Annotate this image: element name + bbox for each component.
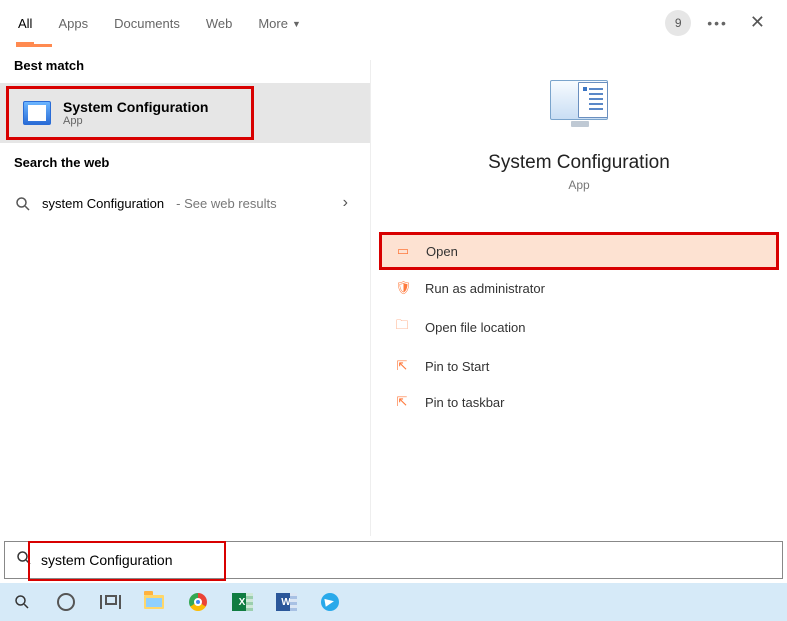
chevron-right-icon: › xyxy=(343,194,348,212)
tab-web[interactable]: Web xyxy=(204,4,235,41)
tab-documents[interactable]: Documents xyxy=(112,4,182,41)
preview-header: System Configuration App xyxy=(379,80,779,192)
best-match-row: System Configuration App xyxy=(0,83,370,143)
action-pin-taskbar-label: Pin to taskbar xyxy=(425,395,505,410)
action-open-location-label: Open file location xyxy=(425,320,525,335)
pin-icon: ⇱ xyxy=(395,394,409,410)
action-pin-start-label: Pin to Start xyxy=(425,359,489,374)
results-column: Best match System Configuration App Sear… xyxy=(0,46,370,536)
msconfig-icon xyxy=(23,101,51,125)
action-open-location[interactable]: 🗀 Open file location xyxy=(379,306,779,348)
telegram-icon[interactable] xyxy=(318,590,342,614)
action-run-admin-label: Run as administrator xyxy=(425,281,545,296)
chevron-down-icon: ▼ xyxy=(292,19,301,29)
notification-badge[interactable]: 9 xyxy=(665,10,691,36)
action-open-label: Open xyxy=(426,244,458,259)
search-icon xyxy=(14,195,30,211)
preview-pane: System Configuration App ▭ Open 🛡 Run as… xyxy=(370,60,787,536)
shield-icon: 🛡 xyxy=(395,280,409,296)
result-system-configuration[interactable]: System Configuration App xyxy=(6,86,254,140)
excel-icon[interactable]: X xyxy=(230,590,254,614)
preview-app-icon xyxy=(548,80,610,134)
result-text: System Configuration App xyxy=(63,99,208,127)
action-pin-taskbar[interactable]: ⇱ Pin to taskbar xyxy=(379,384,779,420)
preview-title: System Configuration xyxy=(379,152,779,174)
chrome-icon[interactable] xyxy=(186,590,210,614)
preview-subtitle: App xyxy=(379,178,779,192)
file-explorer-icon[interactable] xyxy=(142,590,166,614)
close-icon[interactable]: ✕ xyxy=(744,8,771,37)
tab-more[interactable]: More ▼ xyxy=(256,4,303,41)
best-match-label: Best match xyxy=(0,46,370,83)
open-icon: ▭ xyxy=(396,243,410,259)
word-icon[interactable]: W xyxy=(274,590,298,614)
pin-icon: ⇱ xyxy=(395,358,409,374)
taskbar: X W xyxy=(0,583,787,621)
filter-tabs: All Apps Documents Web More ▼ xyxy=(16,0,303,45)
search-header: All Apps Documents Web More ▼ 9 ••• ✕ xyxy=(0,0,787,46)
task-view-icon[interactable] xyxy=(98,590,122,614)
preview-actions: ▭ Open 🛡 Run as administrator 🗀 Open fil… xyxy=(379,232,779,420)
action-run-admin[interactable]: 🛡 Run as administrator xyxy=(379,270,779,306)
action-open[interactable]: ▭ Open xyxy=(379,232,779,270)
web-result-row[interactable]: system Configuration - See web results › xyxy=(0,180,370,226)
search-bar[interactable] xyxy=(4,541,783,579)
tab-all[interactable]: All xyxy=(16,4,34,41)
search-input[interactable] xyxy=(33,552,772,568)
more-options-icon[interactable]: ••• xyxy=(707,15,728,31)
cortana-icon[interactable] xyxy=(54,590,78,614)
web-hint-text: - See web results xyxy=(176,196,276,211)
web-query-text: system Configuration xyxy=(42,196,164,211)
search-content: Best match System Configuration App Sear… xyxy=(0,46,787,536)
tab-apps[interactable]: Apps xyxy=(56,4,90,41)
header-actions: 9 ••• ✕ xyxy=(665,8,777,37)
tab-more-label: More xyxy=(258,16,288,31)
tab-active-indicator xyxy=(16,44,52,47)
taskbar-search-icon[interactable] xyxy=(10,590,34,614)
result-title: System Configuration xyxy=(63,99,208,115)
folder-icon: 🗀 xyxy=(395,316,409,338)
search-web-label: Search the web xyxy=(0,143,370,180)
search-icon xyxy=(15,549,33,572)
action-pin-start[interactable]: ⇱ Pin to Start xyxy=(379,348,779,384)
result-subtitle: App xyxy=(63,115,208,127)
